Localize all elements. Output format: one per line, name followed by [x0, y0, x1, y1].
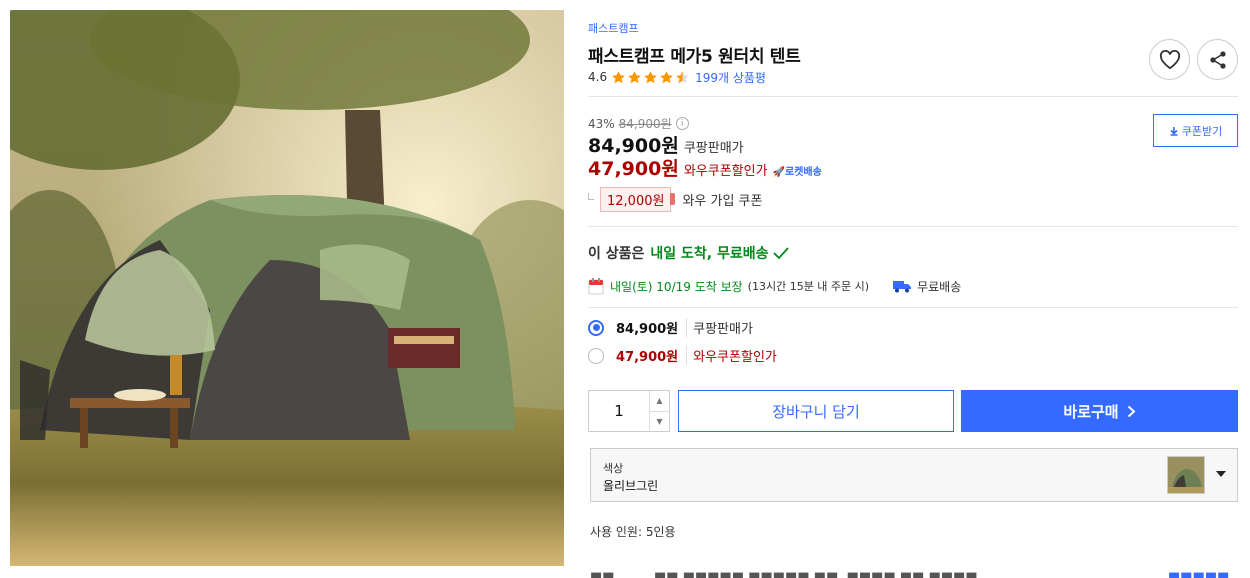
radio-unselected[interactable]	[588, 347, 604, 364]
wow-price-label: 와우쿠폰할인가	[683, 164, 768, 179]
chevron-right-icon	[1127, 405, 1136, 417]
price-option-coupang[interactable]: 84,900원 쿠팡판매가	[588, 318, 753, 337]
calendar-icon	[588, 278, 604, 295]
rating-row: 4.6 199개 상품평	[588, 68, 766, 86]
truck-icon	[893, 280, 912, 292]
product-title: 패스트캠프 메가5 원터치 텐트	[588, 47, 801, 67]
coupon-amount-badge: 12,000원	[600, 187, 676, 212]
brand-link[interactable]: 패스트캠프	[588, 20, 639, 36]
review-count-link[interactable]: 199개 상품평	[695, 69, 766, 86]
option-price: 84,900원	[616, 318, 688, 337]
rocket-icon: 🚀	[772, 167, 785, 178]
star-icon	[628, 70, 641, 83]
delivery-row: 내일(토) 10/19 도착 보장 (13시간 15분 내 주문 시) 무료배송	[588, 277, 961, 295]
quantity-down-icon[interactable]: ▼	[650, 412, 669, 432]
star-icon	[676, 70, 689, 83]
delivery-headline-highlight: 내일 도착, 무료배송	[650, 246, 769, 262]
wow-price: 47,900원	[588, 158, 679, 180]
option-label: 쿠팡판매가	[693, 322, 753, 337]
price-divider	[588, 226, 1238, 227]
capacity-info: 사용 인원: 5인용	[590, 525, 676, 539]
coupon-connector	[588, 193, 594, 200]
add-to-cart-button[interactable]: 장바구니 담기	[678, 390, 954, 432]
share-icon	[1209, 50, 1226, 69]
star-icon	[644, 70, 657, 83]
check-icon	[772, 247, 789, 260]
star-icon	[660, 70, 673, 83]
header-divider	[588, 96, 1238, 97]
wow-price-row: 47,900원 와우쿠폰할인가 🚀로켓배송	[588, 154, 822, 181]
chevron-down-icon[interactable]	[1216, 471, 1226, 477]
info-icon[interactable]: i	[675, 117, 689, 130]
share-button[interactable]	[1197, 39, 1238, 80]
option-price: 47,900원	[616, 346, 688, 365]
delivery-date: 내일(토) 10/19 도착 보장	[610, 279, 743, 294]
product-image[interactable]	[10, 10, 564, 566]
color-option-label: 색상	[603, 462, 624, 475]
product-detail-panel: 패스트캠프 패스트캠프 메가5 원터치 텐트 4.6 199개 상품평 43% …	[588, 0, 1240, 578]
color-option-select[interactable]: 색상 올리브그린	[590, 448, 1238, 502]
quantity-value[interactable]: 1	[589, 391, 649, 431]
download-icon	[1170, 126, 1178, 136]
rocket-delivery-badge: 🚀로켓배송	[772, 167, 822, 178]
truncated-info-row: ■■ ■■ ■■■■■ ■■■■■ ■■. ■■■■ ■■ ■■■■ ■■■■■	[590, 570, 1230, 578]
color-thumbnail	[1167, 456, 1205, 494]
delivery-headline: 이 상품은 내일 도착, 무료배송	[588, 243, 789, 263]
download-coupon-button[interactable]: 쿠폰받기	[1153, 114, 1238, 147]
buy-now-button[interactable]: 바로구매	[961, 390, 1238, 432]
quantity-up-icon[interactable]: ▲	[650, 391, 669, 412]
delivery-divider	[588, 307, 1238, 308]
heart-icon	[1159, 49, 1180, 69]
rating-value: 4.6	[588, 70, 608, 84]
quantity-buttons: ▲ ▼	[649, 391, 669, 431]
coupon-row: 12,000원 와우 가입 쿠폰	[588, 187, 762, 212]
star-icon	[612, 70, 625, 83]
star-rating	[611, 70, 691, 85]
like-button[interactable]	[1149, 39, 1190, 80]
color-option-value: 올리브그린	[603, 479, 659, 493]
free-shipping: 무료배송	[893, 278, 961, 295]
coupon-label: 와우 가입 쿠폰	[682, 194, 763, 209]
discount-rate: 43%	[588, 116, 615, 131]
radio-selected[interactable]	[588, 319, 604, 336]
original-price: 84,900원	[618, 117, 672, 131]
price-option-wow[interactable]: 47,900원 와우쿠폰할인가	[588, 346, 777, 365]
option-label: 와우쿠폰할인가	[693, 350, 777, 365]
discount-row: 43% 84,900원 i	[588, 115, 689, 132]
quantity-stepper[interactable]: 1 ▲ ▼	[588, 390, 670, 432]
delivery-headline-prefix: 이 상품은	[588, 246, 645, 262]
delivery-note: (13시간 15분 내 주문 시)	[747, 280, 870, 293]
